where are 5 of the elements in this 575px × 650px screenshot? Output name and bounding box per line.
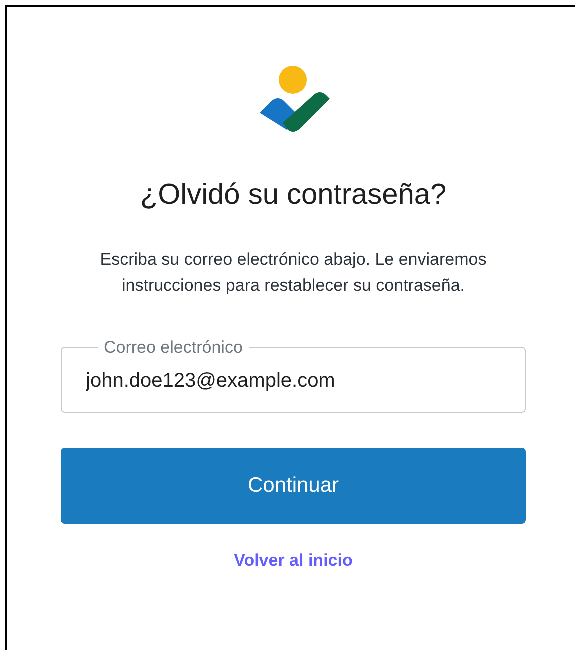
instructions-text: Escriba su correo electrónico abajo. Le enviaremos instrucciones para restablecer su contraseña. xyxy=(99,248,488,297)
continue-button[interactable]: Continuar xyxy=(61,448,526,524)
field-label: Correo electrónico xyxy=(103,336,244,359)
back-link[interactable]: Volver al inicio xyxy=(234,550,353,570)
page-title: ¿Olvidó su contraseña? xyxy=(139,178,448,213)
